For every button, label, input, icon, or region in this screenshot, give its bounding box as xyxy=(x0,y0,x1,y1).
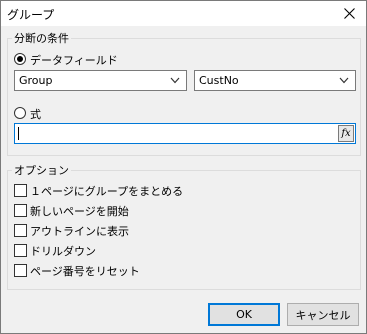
chevron-down-icon xyxy=(339,77,349,84)
reset-page-number-label[interactable]: ページ番号をリセット xyxy=(30,263,140,279)
ok-button[interactable]: OK xyxy=(208,303,280,326)
fx-button[interactable]: fx xyxy=(338,125,354,142)
title-bar: グループ xyxy=(1,1,366,26)
field-select-2[interactable]: CustNo xyxy=(194,70,356,91)
cancel-button-label: キャンセル xyxy=(295,308,351,322)
keep-together-label[interactable]: １ページにグループをまとめる xyxy=(30,183,183,199)
drilldown-checkbox[interactable] xyxy=(14,244,27,257)
field-select-1-value: Group xyxy=(19,74,53,87)
close-button[interactable] xyxy=(332,1,366,26)
new-page-checkbox[interactable] xyxy=(14,204,27,217)
expression-input[interactable]: fx xyxy=(14,123,356,144)
data-field-radio[interactable] xyxy=(14,53,26,65)
options-group-label: オプション xyxy=(12,162,71,178)
ok-button-label: OK xyxy=(236,308,252,321)
show-outline-label[interactable]: アウトラインに表示 xyxy=(30,223,129,239)
reset-page-number-checkbox[interactable] xyxy=(14,264,27,277)
keep-together-checkbox[interactable] xyxy=(14,184,27,197)
field-select-2-value: CustNo xyxy=(199,74,239,87)
expression-label[interactable]: 式 xyxy=(30,106,41,122)
chevron-down-icon xyxy=(170,77,180,84)
new-page-label[interactable]: 新しいページを開始 xyxy=(30,203,129,219)
show-outline-checkbox[interactable] xyxy=(14,224,27,237)
close-icon xyxy=(343,8,355,19)
condition-group-label: 分断の条件 xyxy=(12,30,71,46)
data-field-label[interactable]: データフィールド xyxy=(30,52,118,68)
expression-radio[interactable] xyxy=(14,107,26,119)
dialog-title: グループ xyxy=(7,8,55,22)
group-dialog: グループ 分断の条件 データフィールド Group CustNo 式 fx オプ… xyxy=(0,0,367,334)
field-select-1[interactable]: Group xyxy=(14,70,187,91)
drilldown-label[interactable]: ドリルダウン xyxy=(30,243,96,259)
cancel-button[interactable]: キャンセル xyxy=(287,303,359,326)
fx-icon: fx xyxy=(341,128,351,139)
text-caret xyxy=(18,127,19,140)
